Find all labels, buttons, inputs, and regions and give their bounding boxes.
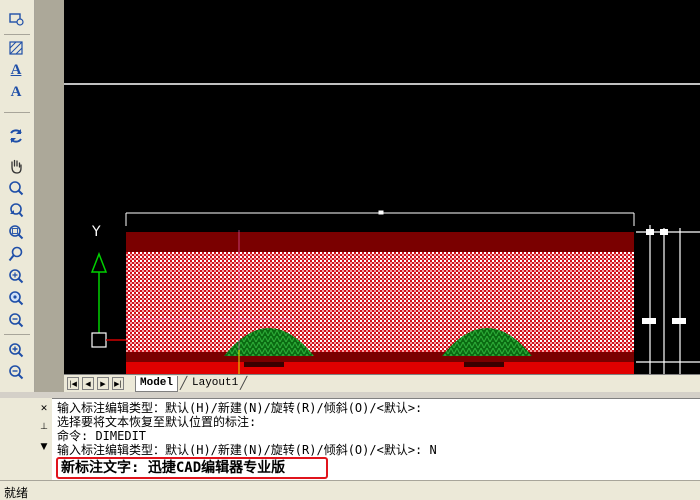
last-tab-button[interactable]: ▶| — [112, 377, 124, 390]
command-input-highlight[interactable]: 新标注文字: 迅捷CAD编辑器专业版 — [56, 457, 328, 479]
roof-band — [126, 232, 634, 252]
zoom-dynamic-icon[interactable] — [5, 244, 27, 264]
zoom-realtime-icon[interactable] — [5, 178, 27, 198]
pin-icon[interactable]: ⊥ — [39, 422, 49, 432]
single-line-text-icon[interactable]: A — [5, 82, 27, 102]
command-left-gutter — [0, 398, 36, 480]
next-tab-button[interactable]: ▶ — [97, 377, 109, 390]
zoom-window-icon[interactable] — [5, 222, 27, 242]
cad-drawing: Y — [64, 83, 700, 374]
hatch-icon[interactable] — [5, 38, 27, 58]
zoom-in-icon[interactable] — [5, 310, 27, 330]
command-window[interactable]: 输入标注编辑类型：默认(H)/新建(N)/旋转(R)/倾斜(O)/<默认>: 选… — [52, 398, 700, 480]
facade-hatch — [126, 252, 634, 352]
status-text: 就绪 — [4, 486, 29, 500]
close-icon[interactable]: ✕ — [39, 404, 49, 414]
ucs-icon: Y — [90, 224, 126, 348]
undo-redo-icon[interactable] — [5, 126, 27, 146]
base-strip — [126, 362, 634, 374]
chevron-down-icon[interactable]: ▼ — [39, 442, 49, 452]
lower-band — [126, 352, 634, 362]
drawing-canvas[interactable]: Y — [64, 0, 700, 374]
zoom-previous-icon[interactable] — [5, 200, 27, 220]
tab-divider: ╱ — [240, 376, 248, 390]
zoom-scale-icon[interactable] — [5, 266, 27, 286]
pan-hand-icon[interactable] — [5, 156, 27, 176]
first-tab-button[interactable]: |◀ — [67, 377, 79, 390]
multiline-text-icon[interactable]: A — [5, 60, 27, 80]
command-history-line: 选择要将文本恢复至默认位置的标注: — [57, 415, 257, 429]
zoom-extents-icon[interactable] — [5, 362, 27, 382]
command-input[interactable]: 新标注文字: 迅捷CAD编辑器专业版 — [61, 460, 285, 477]
tab-model[interactable]: Model — [135, 376, 179, 392]
left-toolbar: A A — [0, 0, 35, 398]
ucs-y-label: Y — [91, 224, 101, 240]
command-side-controls: ✕ ⊥ ▼ — [36, 398, 52, 480]
top-dimension — [125, 210, 635, 226]
command-history-line: 输入标注编辑类型：默认(H)/新建(N)/旋转(R)/倾斜(O)/<默认>: N — [57, 443, 437, 457]
command-history-line: 输入标注编辑类型：默认(H)/新建(N)/旋转(R)/倾斜(O)/<默认>: — [57, 401, 423, 415]
layout-tabs-bar: |◀ ◀ ▶ ▶| Model ╱ Layout1 ╱ — [64, 374, 700, 392]
prev-tab-button[interactable]: ◀ — [82, 377, 94, 390]
block-insert-icon[interactable] — [5, 8, 27, 28]
right-dimension — [636, 225, 700, 374]
zoom-center-icon[interactable] — [5, 288, 27, 308]
tab-layout1[interactable]: Layout1 — [188, 376, 242, 392]
zoom-all-icon[interactable] — [5, 340, 27, 360]
toolbar-gutter — [35, 0, 64, 398]
tab-divider: ╱ — [180, 376, 188, 390]
command-history-line: 命令: DIMEDIT — [57, 429, 147, 443]
status-bar: 就绪 — [0, 480, 700, 500]
